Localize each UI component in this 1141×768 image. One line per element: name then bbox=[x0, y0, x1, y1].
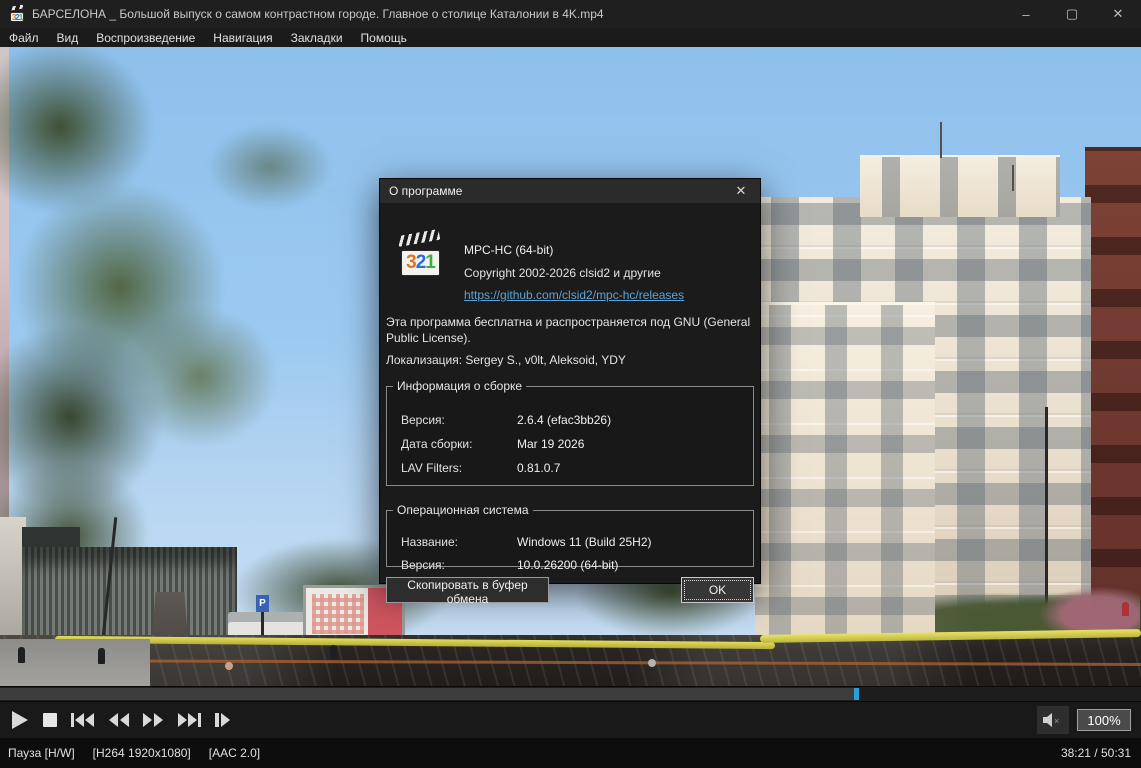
mpc-hc-logo-icon: 321 bbox=[397, 228, 444, 279]
os-name-row: Название: Windows 11 (Build 25H2) bbox=[401, 535, 652, 549]
license-text: Эта программа бесплатна и распространяет… bbox=[386, 315, 751, 345]
status-bar: Пауза [H/W] [H264 1920x1080] [AAC 2.0] 3… bbox=[0, 738, 1141, 768]
play-icon bbox=[12, 711, 28, 729]
title-bar: 321 БАРСЕЛОНА _ Большой выпуск о самом к… bbox=[0, 0, 1141, 28]
antenna bbox=[1012, 165, 1014, 191]
mute-button[interactable]: × bbox=[1037, 706, 1069, 734]
copyright-text: Copyright 2002-2026 clsid2 и другие bbox=[464, 266, 661, 280]
speaker-muted-icon: × bbox=[1043, 713, 1059, 727]
menu-file[interactable]: Файл bbox=[0, 30, 48, 46]
os-info-legend: Операционная система bbox=[397, 503, 529, 517]
play-button[interactable] bbox=[0, 705, 36, 735]
menu-bar: Файл Вид Воспроизведение Навигация Закла… bbox=[0, 28, 1141, 47]
skip-forward-icon bbox=[178, 713, 201, 727]
rewind-icon bbox=[109, 713, 129, 727]
brick-building bbox=[1085, 147, 1141, 641]
skip-back-icon bbox=[71, 713, 94, 727]
menu-help[interactable]: Помощь bbox=[352, 30, 416, 46]
seek-filled bbox=[0, 688, 860, 700]
releases-link[interactable]: https://github.com/clsid2/mpc-hc/release… bbox=[464, 288, 684, 302]
menu-play[interactable]: Воспроизведение bbox=[87, 30, 204, 46]
dialog-title-bar[interactable]: О программе ✕ bbox=[380, 179, 760, 203]
build-version-row: Версия: 2.6.4 (efac3bb26) bbox=[401, 413, 612, 427]
seek-position-marker[interactable] bbox=[854, 688, 860, 700]
antenna bbox=[940, 122, 942, 158]
ok-button[interactable]: OK bbox=[681, 577, 754, 603]
pedestrian bbox=[1122, 602, 1129, 616]
control-bar: × 100% bbox=[0, 702, 1141, 738]
skip-forward-button[interactable] bbox=[170, 705, 208, 735]
dialog-title: О программе bbox=[389, 184, 463, 198]
fast-forward-button[interactable] bbox=[136, 705, 170, 735]
building-penthouse bbox=[860, 155, 1060, 217]
localization-text: Локализация: Sergey S., v0lt, Aleksoid, … bbox=[386, 353, 626, 367]
maximize-button[interactable]: ▢ bbox=[1049, 0, 1095, 28]
video-codec-info: [H264 1920x1080] bbox=[92, 746, 191, 760]
lav-filters-row: LAV Filters: 0.81.0.7 bbox=[401, 461, 561, 475]
pedestrian bbox=[98, 648, 105, 664]
dialog-body: 321 MPC-HC (64-bit) Copyright 2002-2026 … bbox=[380, 203, 760, 606]
os-version-row: Версия: 10.0.26200 (64-bit) bbox=[401, 558, 619, 572]
menu-view[interactable]: Вид bbox=[48, 30, 88, 46]
stop-button[interactable] bbox=[36, 705, 64, 735]
pedestrian-head bbox=[225, 662, 233, 670]
rewind-button[interactable] bbox=[102, 705, 136, 735]
app-logo-icon: 321 bbox=[8, 4, 25, 22]
pedestrian bbox=[330, 645, 337, 659]
time-display: 38:21 / 50:31 bbox=[1060, 746, 1131, 760]
tree-branch bbox=[180, 107, 360, 227]
seek-bar[interactable] bbox=[0, 686, 1141, 702]
menu-navigate[interactable]: Навигация bbox=[204, 30, 281, 46]
copy-to-clipboard-button[interactable]: Скопировать в буфер обмена bbox=[386, 577, 549, 606]
menu-favorites[interactable]: Закладки bbox=[282, 30, 352, 46]
minimize-button[interactable]: – bbox=[1003, 0, 1049, 28]
frame-step-button[interactable] bbox=[208, 705, 238, 735]
build-info-group: Информация о сборке Версия: 2.6.4 (efac3… bbox=[386, 379, 754, 486]
playback-state: Пауза [H/W] bbox=[8, 746, 75, 760]
window-title: БАРСЕЛОНА _ Большой выпуск о самом контр… bbox=[32, 7, 604, 21]
pedestrian-head bbox=[648, 659, 656, 667]
build-date-row: Дата сборки: Mar 19 2026 bbox=[401, 437, 585, 451]
pedestrian bbox=[18, 647, 25, 663]
mpc-hc-window: 321 БАРСЕЛОНА _ Большой выпуск о самом к… bbox=[0, 0, 1141, 768]
app-name: MPC-HC (64-bit) bbox=[464, 243, 554, 257]
stop-icon bbox=[43, 713, 57, 727]
dialog-close-icon[interactable]: ✕ bbox=[722, 179, 760, 203]
frame-step-icon bbox=[215, 713, 230, 727]
parking-sign: P bbox=[256, 595, 269, 612]
svg-text:×: × bbox=[1054, 716, 1059, 726]
build-info-legend: Информация о сборке bbox=[397, 379, 523, 393]
fast-forward-icon bbox=[143, 713, 163, 727]
skip-back-button[interactable] bbox=[64, 705, 102, 735]
os-info-group: Операционная система Название: Windows 1… bbox=[386, 503, 754, 572]
audio-codec-info: [AAC 2.0] bbox=[208, 746, 261, 760]
about-dialog: О программе ✕ 321 MPC-HC (64-bit) Copyri… bbox=[379, 178, 761, 606]
close-button[interactable]: ✕ bbox=[1095, 0, 1141, 28]
volume-level[interactable]: 100% bbox=[1077, 709, 1131, 731]
